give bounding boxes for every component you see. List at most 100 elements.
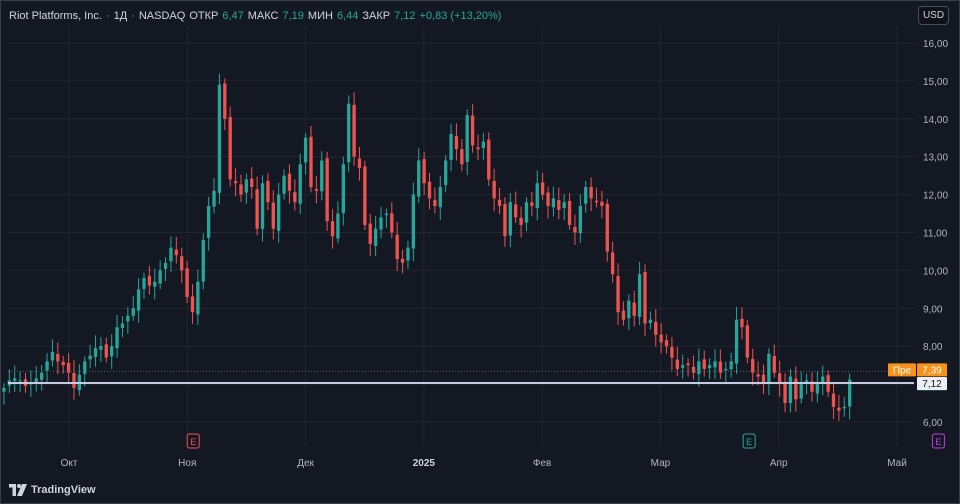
symbol-legend: Riot Platforms, Inc. · 1Д · NASDAQ ОТКР 6… — [9, 7, 501, 25]
candle-body — [681, 365, 685, 368]
candle — [848, 373, 852, 420]
candle-body — [632, 302, 636, 316]
price-tick-label: 12,00 — [923, 191, 948, 202]
candle — [508, 193, 512, 248]
time-tick-label: Фев — [533, 458, 551, 469]
candle — [621, 301, 626, 326]
candle-body — [120, 323, 125, 328]
candle — [379, 206, 383, 239]
candle-body — [83, 361, 87, 374]
candle-body — [686, 363, 690, 366]
candle — [837, 394, 841, 421]
candle-body — [530, 202, 534, 206]
candle — [77, 364, 82, 396]
candle-body — [508, 202, 512, 236]
candle — [120, 316, 125, 338]
interval-label[interactable]: 1Д — [114, 10, 128, 22]
candle — [255, 176, 259, 236]
candle-body — [233, 181, 238, 184]
candle — [303, 133, 308, 175]
candle-body — [443, 160, 448, 185]
symbol-name[interactable]: Riot Platforms, Inc. — [9, 10, 102, 22]
time-tick-label: Май — [887, 458, 907, 469]
candle-body — [643, 272, 647, 324]
candle — [136, 278, 141, 323]
earnings-event-icon[interactable]: E — [742, 433, 756, 449]
candle-body — [395, 234, 399, 260]
candle — [400, 249, 405, 274]
candle-body — [831, 393, 836, 407]
legend-separator: · — [131, 10, 135, 22]
candle — [524, 197, 529, 232]
low-label: МИН — [307, 10, 333, 22]
candle — [66, 353, 71, 384]
time-tick-label: Дек — [297, 458, 314, 469]
candle — [702, 350, 706, 377]
candle — [110, 334, 114, 369]
event-markers: EEE — [186, 433, 945, 449]
candle — [169, 236, 173, 272]
candle — [260, 175, 265, 242]
candle — [244, 173, 249, 204]
candle-body — [697, 361, 701, 375]
candle-body — [379, 217, 383, 230]
candle-body — [799, 384, 803, 399]
premarket-price-label-text: 7,39 — [922, 365, 942, 376]
candle — [99, 337, 103, 363]
horizontal-line-price-label-text: 7,12 — [922, 379, 942, 390]
candle — [239, 174, 243, 202]
currency-button[interactable]: USD — [918, 6, 949, 25]
candle — [427, 172, 432, 210]
candle — [772, 344, 776, 378]
candle-body — [794, 378, 798, 400]
tradingview-logo[interactable]: TradingView — [9, 482, 96, 498]
candle — [357, 146, 362, 181]
candle — [761, 364, 766, 395]
candle — [589, 177, 593, 212]
candle — [104, 337, 108, 363]
candle — [632, 290, 636, 327]
candle-body — [438, 187, 442, 208]
candle-body — [104, 344, 108, 358]
price-tick-label: 13,00 — [923, 153, 948, 164]
candle-body — [352, 104, 356, 157]
candle — [320, 151, 324, 201]
candle — [470, 104, 475, 153]
earnings-event-icon[interactable]: E — [931, 433, 945, 449]
candle — [465, 109, 469, 175]
candle — [325, 151, 329, 231]
premarket-tag-text: Пре — [893, 365, 912, 376]
candle-body — [153, 281, 157, 287]
chart-canvas[interactable]: EEE 6,007,008,009,0010,0011,0012,0013,00… — [2, 2, 958, 502]
earnings-event-icon[interactable]: E — [186, 433, 200, 449]
candle-body — [492, 181, 496, 199]
candle-body — [497, 199, 502, 206]
candle — [503, 197, 507, 247]
candle-body — [519, 217, 523, 225]
candle — [519, 206, 523, 238]
candle-body — [427, 181, 432, 199]
candle — [821, 365, 825, 396]
price-tick-label: 15,00 — [923, 77, 948, 88]
candle-body — [535, 183, 539, 209]
candle — [352, 92, 356, 166]
candle — [158, 260, 162, 290]
candle — [250, 167, 254, 199]
price-tick-label: 10,00 — [923, 266, 948, 277]
candle — [368, 213, 372, 257]
candle-body — [589, 186, 593, 199]
candle — [573, 214, 577, 245]
candle — [718, 349, 723, 379]
candle-body — [190, 296, 195, 313]
candle — [373, 215, 378, 256]
candle — [126, 307, 130, 334]
candle — [745, 319, 750, 364]
candle — [50, 339, 55, 367]
candle — [562, 194, 566, 221]
candle — [584, 180, 588, 213]
candle — [196, 269, 200, 326]
exchange-label: NASDAQ — [138, 10, 186, 22]
candle — [815, 371, 820, 403]
time-axis[interactable]: Окт Ноя Дек 2025 Фев Мар Апр Май — [61, 458, 907, 469]
time-tick-label: Ноя — [178, 458, 196, 469]
